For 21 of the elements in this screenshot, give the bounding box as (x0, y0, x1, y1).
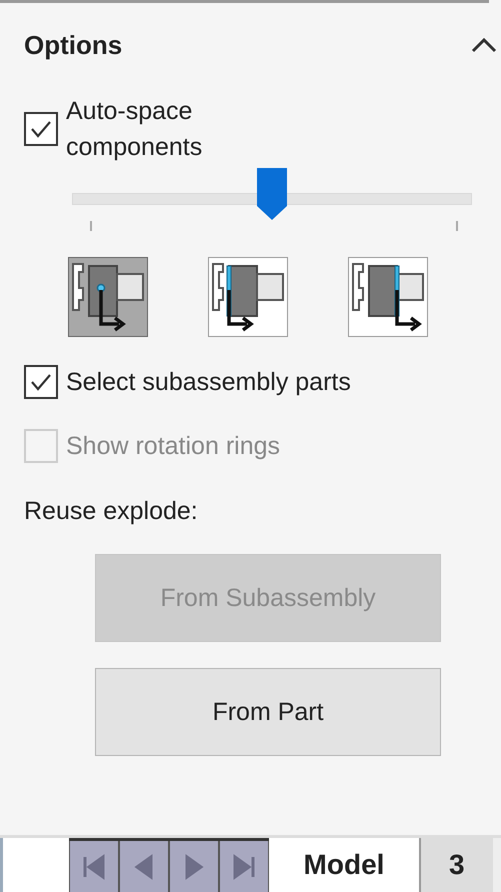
sheet-tab[interactable]: 3 (419, 838, 493, 892)
slider-thumb[interactable] (256, 168, 288, 220)
slider-tick (456, 221, 458, 231)
part-spacing-icon (69, 258, 147, 336)
checkbox[interactable] (24, 365, 58, 399)
part-spacing-icon (209, 258, 287, 336)
slider-tick (90, 221, 92, 231)
section-title: Options (24, 30, 122, 60)
checkbox-label: Select subassembly parts (66, 368, 351, 396)
spacing-mode-button[interactable] (208, 257, 288, 337)
explode-button: From Subassembly (95, 554, 441, 642)
collapse-chevron-icon[interactable] (471, 37, 497, 53)
checkbox-label: Auto-space components (66, 96, 204, 163)
section-label: Reuse explode: (23, 497, 199, 526)
part-spacing-icon (349, 258, 427, 336)
explode-button[interactable]: From Part (95, 668, 441, 756)
checkbox-label: Show rotation rings (66, 432, 280, 460)
sheet-tab[interactable]: Model (269, 838, 419, 892)
spacing-mode-button[interactable] (68, 257, 148, 337)
spacing-mode-button[interactable] (348, 257, 428, 337)
checkbox[interactable] (24, 112, 58, 146)
